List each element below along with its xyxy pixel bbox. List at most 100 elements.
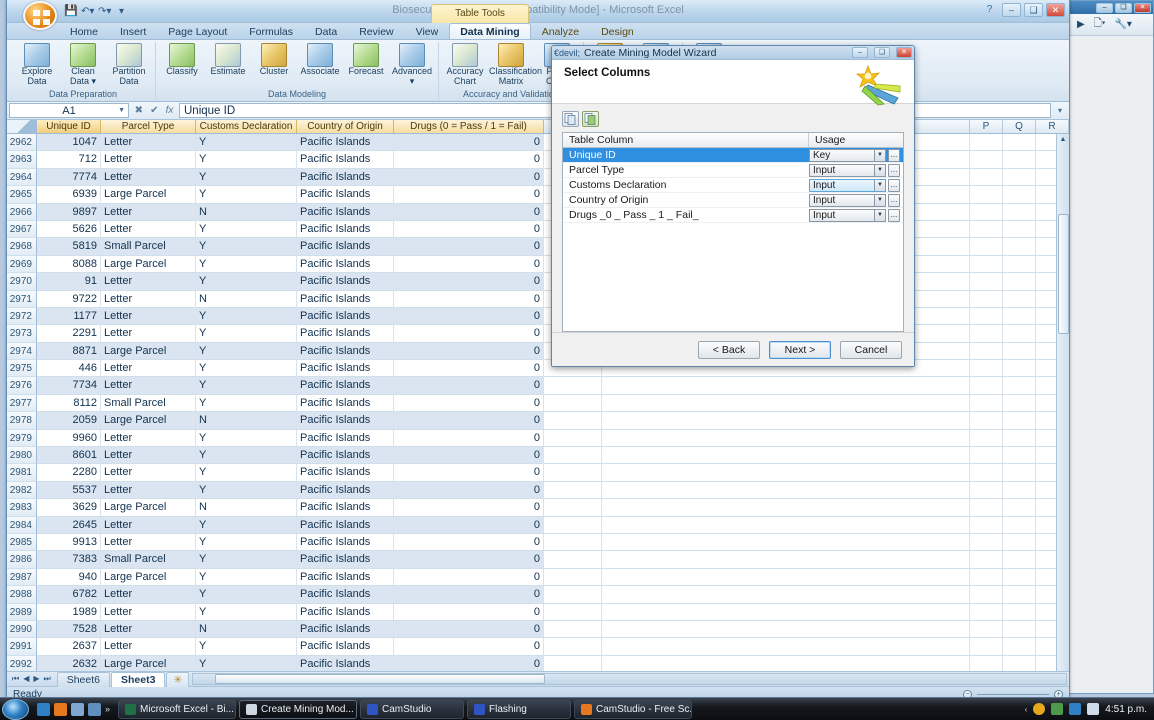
cell-empty[interactable] <box>602 412 970 430</box>
cell-country[interactable]: Pacific Islands <box>297 186 394 204</box>
cell-drugs[interactable]: 0 <box>394 516 544 534</box>
cell-empty[interactable] <box>1003 568 1036 587</box>
column-row[interactable]: Drugs _0 _ Pass _ 1 _ Fail_ Input ▼... <box>563 208 903 223</box>
row-header[interactable]: 2987 <box>7 568 37 587</box>
cell-empty[interactable] <box>970 168 1003 187</box>
cell-country[interactable]: Pacific Islands <box>297 533 394 552</box>
cell-id[interactable]: 7734 <box>37 377 101 395</box>
cell-empty[interactable] <box>970 151 1003 169</box>
row-header[interactable]: 2985 <box>7 533 37 552</box>
cell-empty[interactable] <box>602 568 970 587</box>
row-header[interactable]: 2980 <box>7 447 37 465</box>
row-header[interactable]: 2990 <box>7 620 37 639</box>
column-options-button[interactable]: ... <box>888 208 900 222</box>
ribbon-button-advanced[interactable]: Advanced ▾ <box>390 42 434 86</box>
cell-empty[interactable] <box>602 586 970 604</box>
ribbon-tab-formulas[interactable]: Formulas <box>238 23 304 39</box>
cell-decl[interactable]: Y <box>196 186 297 204</box>
network-icon[interactable] <box>1051 703 1064 715</box>
cell-drugs[interactable]: 0 <box>394 394 544 413</box>
wizard-next-button[interactable]: Next > <box>769 340 831 359</box>
cell-decl[interactable]: Y <box>196 238 297 256</box>
cell-empty[interactable] <box>970 638 1003 656</box>
volume-icon[interactable] <box>1087 703 1100 715</box>
ribbon-button-estimate[interactable]: Estimate <box>206 42 250 77</box>
cell-drugs[interactable]: 0 <box>394 638 544 656</box>
taskbar-item-wizard[interactable]: Create Mining Mod... <box>239 699 358 719</box>
cell-type[interactable]: Letter <box>101 586 196 604</box>
cell-country[interactable]: Pacific Islands <box>297 429 394 448</box>
cell-type[interactable]: Letter <box>101 447 196 465</box>
row-header[interactable]: 2967 <box>7 220 37 239</box>
cell-empty[interactable] <box>602 551 970 569</box>
cell-drugs[interactable]: 0 <box>394 238 544 256</box>
cell-type[interactable]: Letter <box>101 220 196 239</box>
ribbon-tab-home[interactable]: Home <box>59 23 109 39</box>
cell-empty[interactable] <box>1003 325 1036 343</box>
cell-id[interactable]: 8112 <box>37 394 101 413</box>
sheet-tab-sheet6[interactable]: Sheet6 <box>56 671 110 687</box>
cell-id[interactable]: 5537 <box>37 481 101 500</box>
cell-empty[interactable] <box>1003 551 1036 569</box>
firefox-icon[interactable] <box>54 702 67 716</box>
column-header-p[interactable]: P <box>970 120 1003 133</box>
chevron-down-icon[interactable]: ▼ <box>874 149 885 161</box>
chevron-down-icon[interactable]: ▼ <box>874 179 885 191</box>
row-header[interactable]: 2969 <box>7 255 37 274</box>
cell-type[interactable]: Large Parcel <box>101 499 196 517</box>
cell-drugs[interactable]: 0 <box>394 429 544 448</box>
row-header[interactable]: 2992 <box>7 655 37 671</box>
cell-type[interactable]: Small Parcel <box>101 394 196 413</box>
column-header-r[interactable]: R <box>1036 120 1069 133</box>
windows-start-icon[interactable] <box>2 698 29 720</box>
cell-decl[interactable]: Y <box>196 429 297 448</box>
column-options-button[interactable]: ... <box>888 148 900 162</box>
cell-decl[interactable]: Y <box>196 394 297 413</box>
table-row[interactable]: 2985 9913 Letter Y Pacific Islands 0 <box>7 533 1069 552</box>
cell-decl[interactable]: N <box>196 203 297 221</box>
chevron-down-icon[interactable]: ▼ <box>118 104 125 118</box>
cell-empty[interactable] <box>544 377 602 395</box>
bg-close-button[interactable]: ✕ <box>1134 2 1151 13</box>
cell-decl[interactable]: N <box>196 620 297 639</box>
cell-country[interactable]: Pacific Islands <box>297 238 394 256</box>
cell-type[interactable]: Letter <box>101 464 196 482</box>
cell-type[interactable]: Letter <box>101 273 196 291</box>
row-header[interactable]: 2968 <box>7 238 37 256</box>
cell-type[interactable]: Large Parcel <box>101 255 196 274</box>
wizard-minimize-button[interactable]: – <box>852 47 868 58</box>
select-all-columns-icon[interactable] <box>562 111 579 127</box>
cell-id[interactable]: 2059 <box>37 412 101 430</box>
row-header[interactable]: 2984 <box>7 516 37 534</box>
taskbar-item-camstudio[interactable]: CamStudio <box>360 699 465 719</box>
cell-empty[interactable] <box>602 638 970 656</box>
cell-empty[interactable] <box>544 516 602 534</box>
cell-id[interactable]: 9722 <box>37 290 101 308</box>
cell-id[interactable]: 7774 <box>37 168 101 187</box>
row-header[interactable]: 2965 <box>7 186 37 204</box>
cell-decl[interactable]: Y <box>196 168 297 187</box>
cell-empty[interactable] <box>544 481 602 500</box>
cell-decl[interactable]: Y <box>196 255 297 274</box>
cell-empty[interactable] <box>1003 238 1036 256</box>
row-header[interactable]: 2983 <box>7 499 37 517</box>
cell-empty[interactable] <box>1003 342 1036 361</box>
row-header[interactable]: 2976 <box>7 377 37 395</box>
cell-id[interactable]: 8871 <box>37 342 101 361</box>
usage-dropdown[interactable]: Input ▼ <box>809 193 886 207</box>
column-header-q[interactable]: Q <box>1003 120 1036 133</box>
cell-country[interactable]: Pacific Islands <box>297 325 394 343</box>
ribbon-button-forecast[interactable]: Forecast <box>344 42 388 77</box>
cell-country[interactable]: Pacific Islands <box>297 168 394 187</box>
cell-country[interactable]: Pacific Islands <box>297 377 394 395</box>
cell-empty[interactable] <box>602 603 970 621</box>
cell-country[interactable]: Pacific Islands <box>297 273 394 291</box>
cell-empty[interactable] <box>970 342 1003 361</box>
cell-decl[interactable]: Y <box>196 655 297 671</box>
cell-empty[interactable] <box>970 186 1003 204</box>
select-all-corner[interactable] <box>7 120 37 133</box>
cell-empty[interactable] <box>1003 307 1036 326</box>
cell-drugs[interactable]: 0 <box>394 151 544 169</box>
column-row[interactable]: Unique ID Key ▼... <box>563 148 903 163</box>
cell-empty[interactable] <box>970 360 1003 378</box>
